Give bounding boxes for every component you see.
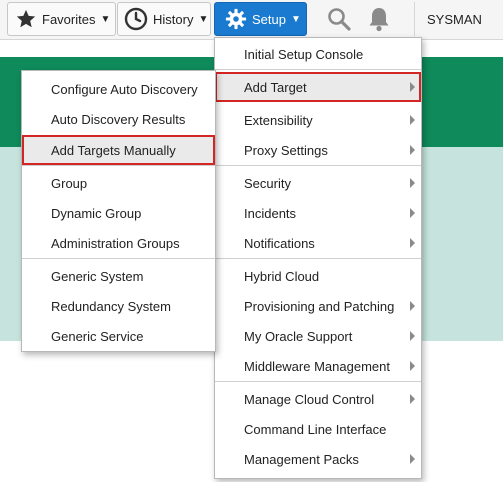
setup-menu-item-label: Middleware Management <box>244 358 390 374</box>
chevron-right-icon <box>410 394 415 404</box>
chevron-right-icon <box>410 238 415 248</box>
bell-icon <box>369 8 389 32</box>
setup-menu-item-label: Hybrid Cloud <box>244 268 320 284</box>
chevron-right-icon <box>410 178 415 188</box>
setup-dropdown-menu: Initial Setup Console Add Target Extensibi… <box>214 37 422 479</box>
menu-divider <box>22 258 215 259</box>
setup-menu-item-label: My Oracle Support <box>244 328 353 344</box>
setup-menu-item-proxy-settings[interactable]: Proxy Settings <box>215 135 421 165</box>
setup-menu-item-label: Provisioning and Patching <box>244 298 395 314</box>
setup-menu-item-management-packs[interactable]: Management Packs <box>215 444 421 474</box>
setup-menu-item-label: Extensibility <box>244 112 313 128</box>
star-icon <box>16 9 36 28</box>
add-target-menu-item-label: Add Targets Manually <box>51 142 176 158</box>
add-target-menu-item-redundancy-system[interactable]: Redundancy System <box>22 291 215 321</box>
setup-menu-item-label: Add Target <box>244 79 307 95</box>
setup-menu-item-label: Management Packs <box>244 451 359 467</box>
setup-menu-item-add-target[interactable]: Add Target <box>215 72 421 102</box>
setup-menu-item-incidents[interactable]: Incidents <box>215 198 421 228</box>
setup-menu-item-label: Notifications <box>244 235 315 251</box>
chevron-right-icon <box>410 331 415 341</box>
chevron-right-icon <box>410 208 415 218</box>
favorites-menu-button[interactable]: Favorites ▼ <box>7 2 116 36</box>
chevron-down-icon: ▼ <box>100 13 111 25</box>
favorites-label: Favorites <box>42 11 96 27</box>
chevron-right-icon <box>410 301 415 311</box>
add-target-menu-item-label: Group <box>51 175 88 191</box>
add-target-menu-item-label: Configure Auto Discovery <box>51 81 198 97</box>
user-menu[interactable]: SYSMAN <box>414 2 482 36</box>
add-target-menu-item-label: Generic Service <box>51 328 144 344</box>
add-target-menu-item-generic-service[interactable]: Generic Service <box>22 321 215 351</box>
chevron-right-icon <box>410 145 415 155</box>
chevron-right-icon <box>410 115 415 125</box>
setup-menu-item-label: Proxy Settings <box>244 142 328 158</box>
clock-icon <box>124 7 148 31</box>
setup-menu-item-hybrid-cloud[interactable]: Hybrid Cloud <box>215 261 421 291</box>
add-target-submenu: Configure Auto Discovery Auto Discovery R… <box>21 70 216 352</box>
menu-divider <box>22 165 215 166</box>
setup-menu-item-notifications[interactable]: Notifications <box>215 228 421 258</box>
setup-menu-item-label: Initial Setup Console <box>244 46 364 62</box>
add-target-menu-item-configure-auto-discovery[interactable]: Configure Auto Discovery <box>22 74 215 104</box>
add-target-menu-item-label: Redundancy System <box>51 298 171 314</box>
add-target-menu-item-label: Dynamic Group <box>51 205 142 221</box>
add-target-menu-item-administration-groups[interactable]: Administration Groups <box>22 228 215 258</box>
add-target-menu-item-auto-discovery-results[interactable]: Auto Discovery Results <box>22 104 215 134</box>
menu-divider <box>215 69 421 70</box>
gear-icon <box>225 8 247 30</box>
menu-divider <box>215 258 421 259</box>
setup-menu-item-my-oracle-support[interactable]: My Oracle Support <box>215 321 421 351</box>
chevron-down-icon: ▼ <box>290 13 301 25</box>
setup-menu-item-middleware-management[interactable]: Middleware Management <box>215 351 421 381</box>
add-target-menu-item-label: Administration Groups <box>51 235 180 251</box>
chevron-down-icon: ▼ <box>198 13 209 25</box>
setup-menu-item-label: Incidents <box>244 205 297 221</box>
add-target-menu-item-group[interactable]: Group <box>22 168 215 198</box>
setup-menu-item-command-line-interface[interactable]: Command Line Interface <box>215 414 421 444</box>
add-target-menu-item-label: Generic System <box>51 268 144 284</box>
setup-menu-item-label: Command Line Interface <box>244 421 387 437</box>
chevron-right-icon <box>410 82 415 92</box>
history-label: History <box>153 11 194 27</box>
global-toolbar: Favorites ▼ History ▼ Setup ▼ SYSMAN <box>0 0 503 40</box>
history-menu-button[interactable]: History ▼ <box>117 2 211 36</box>
setup-label: Setup <box>252 11 286 27</box>
setup-menu-item-extensibility[interactable]: Extensibility <box>215 105 421 135</box>
setup-menu-item-provisioning-and-patching[interactable]: Provisioning and Patching <box>215 291 421 321</box>
chevron-right-icon <box>410 361 415 371</box>
setup-menu-button[interactable]: Setup ▼ <box>214 2 307 36</box>
add-target-menu-item-label: Auto Discovery Results <box>51 111 186 127</box>
add-target-menu-item-dynamic-group[interactable]: Dynamic Group <box>22 198 215 228</box>
setup-menu-item-initial-setup-console[interactable]: Initial Setup Console <box>215 39 421 69</box>
setup-menu-item-security[interactable]: Security <box>215 168 421 198</box>
setup-menu-item-label: Manage Cloud Control <box>244 391 375 407</box>
add-target-menu-item-generic-system[interactable]: Generic System <box>22 261 215 291</box>
menu-divider <box>215 381 421 382</box>
menu-divider <box>215 165 421 166</box>
chevron-right-icon <box>410 454 415 464</box>
search-icon <box>328 8 351 31</box>
notifications-button[interactable] <box>364 4 394 34</box>
setup-menu-item-label: Security <box>244 175 291 191</box>
setup-menu-item-manage-cloud-control[interactable]: Manage Cloud Control <box>215 384 421 414</box>
search-button[interactable] <box>324 4 354 34</box>
add-target-menu-item-add-targets-manually[interactable]: Add Targets Manually <box>22 135 215 165</box>
